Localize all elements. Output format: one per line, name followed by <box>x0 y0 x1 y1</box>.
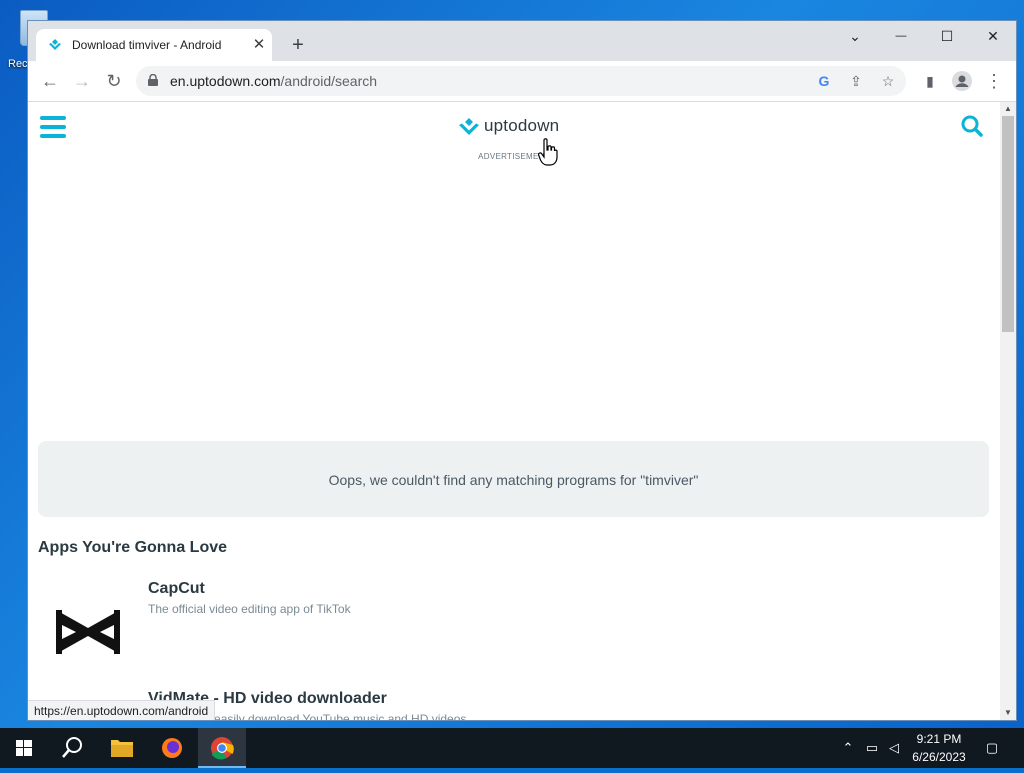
network-icon[interactable]: ▭ <box>862 738 882 758</box>
tray-overflow-chevron-icon[interactable]: ⌃ <box>838 738 858 758</box>
tab-title: Download timviver - Android <box>72 38 222 52</box>
uptodown-logo[interactable]: uptodown <box>458 114 578 140</box>
bookmark-star-icon[interactable]: ☆ <box>878 71 898 91</box>
menu-kebab-icon[interactable]: ⋮ <box>982 69 1006 93</box>
profile-avatar-icon[interactable] <box>950 69 974 93</box>
browser-toolbar: ← → ↻ en.uptodown.com/android/search G ⇪… <box>28 61 1016 102</box>
recycle-bin-label: Rec <box>8 58 28 70</box>
taskbar: ⌃ ▭ ◁ 9:21 PM 6/26/2023 ▢ <box>0 728 1024 768</box>
firefox-icon <box>162 738 182 758</box>
taskbar-search-icon <box>62 737 82 758</box>
url-text: en.uptodown.com/android/search <box>170 73 378 89</box>
app-item-capcut[interactable]: CapCut The official video editing app of… <box>38 580 978 680</box>
scroll-down-icon[interactable]: ▼ <box>1000 706 1016 720</box>
uptodown-logo-icon <box>459 118 479 135</box>
advertisement-label: ADVERTISEMENT <box>478 152 550 161</box>
minimize-button[interactable]: — <box>878 21 924 51</box>
firefox-button[interactable] <box>148 728 196 768</box>
google-translate-icon[interactable]: G <box>814 71 834 91</box>
tab-search-dropdown-icon[interactable]: ⌄ <box>832 21 878 51</box>
hand-cursor-icon <box>538 138 558 166</box>
new-tab-button[interactable]: + <box>286 33 310 57</box>
address-bar[interactable]: en.uptodown.com/android/search G ⇪ ☆ <box>136 66 906 96</box>
lock-icon <box>148 74 158 86</box>
vertical-scrollbar[interactable]: ▲ ▼ <box>1000 102 1016 720</box>
maximize-button[interactable]: ☐ <box>924 21 970 51</box>
tab-active[interactable]: Download timviver - Android ✕ <box>36 29 272 61</box>
forward-arrow-icon[interactable]: → <box>70 69 94 93</box>
tab-close-icon[interactable]: ✕ <box>248 34 270 56</box>
clock-time[interactable]: 9:21 PM <box>906 732 972 746</box>
file-explorer-button[interactable] <box>98 728 146 768</box>
logo-text: uptodown <box>484 116 560 135</box>
tab-strip: Download timviver - Android ✕ + ⌄ — ☐ ✕ <box>28 21 1016 61</box>
scroll-up-icon[interactable]: ▲ <box>1000 102 1016 116</box>
section-title: Apps You're Gonna Love <box>38 539 228 556</box>
folder-icon <box>111 740 133 757</box>
back-arrow-icon[interactable]: ← <box>38 69 62 93</box>
page-viewport: uptodown ADVERTISEMENT Oops, we couldn't… <box>28 102 1000 720</box>
clock-date[interactable]: 6/26/2023 <box>906 750 972 764</box>
search-icon[interactable] <box>960 114 984 138</box>
side-panel-icon[interactable]: ▮ <box>918 69 942 93</box>
app-description: The official video editing app of TikTok <box>148 602 351 616</box>
notification-center-icon[interactable]: ▢ <box>982 738 1002 758</box>
uptodown-favicon-icon <box>49 39 61 50</box>
close-window-button[interactable]: ✕ <box>970 21 1016 51</box>
link-status-bar: https://en.uptodown.com/android <box>28 700 216 720</box>
app-name[interactable]: CapCut <box>148 580 205 598</box>
hamburger-menu-icon[interactable] <box>40 116 66 138</box>
windows-logo-icon <box>16 740 32 756</box>
start-button[interactable] <box>0 728 48 768</box>
no-results-notice: Oops, we couldn't find any matching prog… <box>38 441 989 517</box>
share-icon[interactable]: ⇪ <box>846 71 866 91</box>
chrome-button[interactable] <box>198 728 246 768</box>
no-results-text: Oops, we couldn't find any matching prog… <box>328 472 699 488</box>
volume-muted-icon[interactable]: ◁ <box>884 738 904 758</box>
capcut-logo-icon <box>38 590 138 670</box>
reload-icon[interactable]: ↻ <box>102 69 126 93</box>
browser-window: Download timviver - Android ✕ + ⌄ — ☐ ✕ … <box>28 21 1016 720</box>
search-taskbar-button[interactable] <box>48 728 96 768</box>
chrome-icon <box>211 737 234 760</box>
scroll-thumb[interactable] <box>1002 116 1014 332</box>
